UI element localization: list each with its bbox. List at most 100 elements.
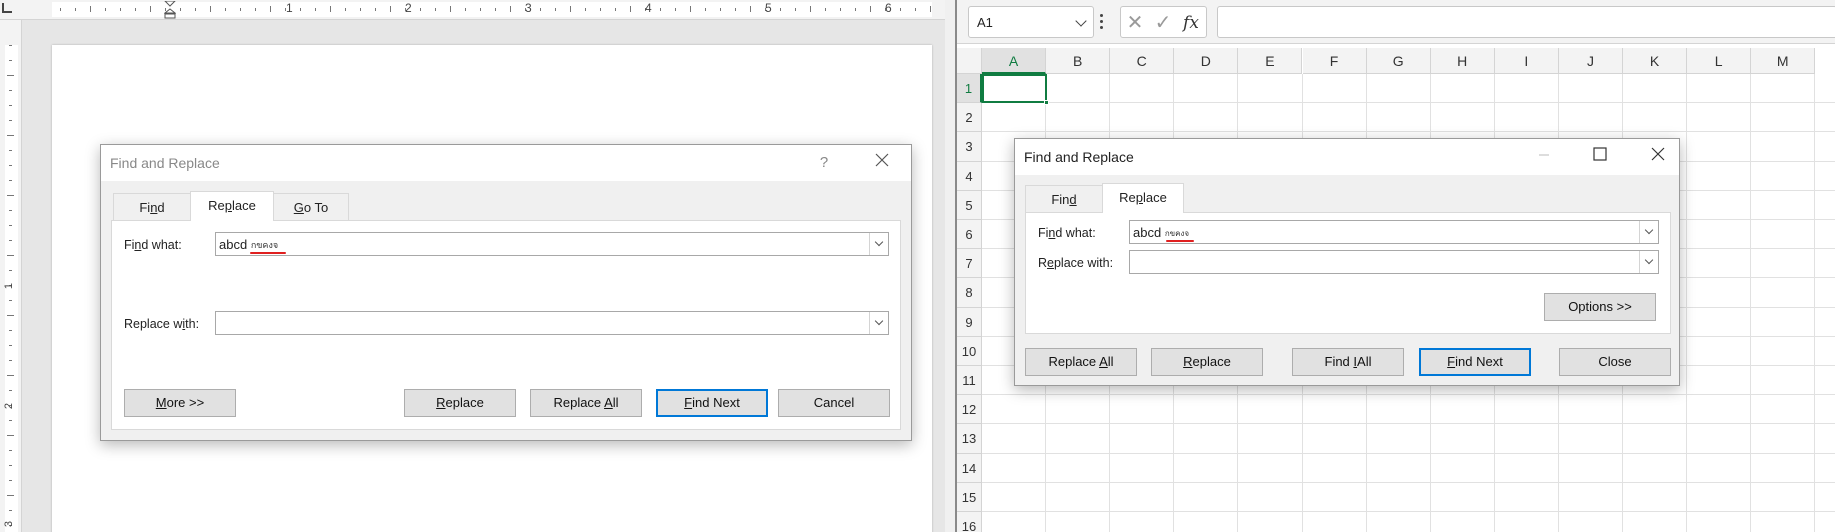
ruler-tick [825,8,826,11]
column-header[interactable]: J [1558,48,1623,74]
minimize-button[interactable] [1521,139,1567,175]
ruler-tick [675,8,676,11]
dialog-title-bar[interactable]: Find and Replace [1015,139,1679,175]
row-header[interactable]: 6 [957,220,982,250]
row-header[interactable]: 11 [957,366,982,396]
column-header[interactable]: I [1494,48,1559,74]
tab-find[interactable]: Find [113,193,191,221]
chevron-down-icon[interactable] [1075,15,1087,27]
close-button[interactable] [859,145,905,181]
replace-button[interactable]: Replace [404,389,516,417]
vertical-scrollbar[interactable] [945,0,955,532]
row-header[interactable]: 8 [957,278,982,308]
tab-stop-selector-icon[interactable] [2,3,12,13]
replace-with-combobox[interactable] [1129,250,1659,274]
ruler-tick [9,345,12,346]
find-what-combobox[interactable]: abcd กขคงจ [215,232,889,256]
dialog-title-bar[interactable]: Find and Replace ? [101,145,911,181]
ruler-tick [315,8,316,11]
enter-check-icon[interactable]: ✓ [1151,11,1175,35]
row-header[interactable]: 5 [957,190,982,220]
ruler-tick [855,8,856,11]
row-header[interactable]: 13 [957,424,982,454]
fill-handle[interactable] [1044,100,1049,105]
find-what-label: Find what: [124,238,182,252]
ruler-tick [870,6,871,12]
ruler-tick [330,6,331,12]
maximize-button[interactable] [1577,139,1623,175]
replace-dropdown-arrow-icon[interactable] [1639,251,1658,273]
ruler-number: 6 [885,1,892,15]
row-header[interactable]: 1 [957,74,982,104]
select-all-corner[interactable] [957,48,982,74]
ruler-tick [9,390,12,391]
cancel-button[interactable]: Cancel [778,389,890,417]
row-header[interactable]: 15 [957,482,982,512]
row-header[interactable]: 12 [957,395,982,425]
tab-replace[interactable]: Replace [1102,183,1184,213]
active-cell-a1[interactable] [982,74,1049,105]
column-header[interactable]: D [1174,48,1239,74]
column-header[interactable]: B [1046,48,1111,74]
insert-function-icon[interactable]: fx [1179,11,1203,35]
find-what-combobox[interactable]: abcd กขคงจ [1129,220,1659,244]
column-header[interactable]: M [1751,48,1816,74]
column-header[interactable]: A [982,48,1047,74]
column-header[interactable]: G [1366,48,1431,74]
find-all-button[interactable]: Find IAll [1292,348,1404,376]
row-header[interactable]: 16 [957,512,982,532]
find-dropdown-arrow-icon[interactable] [1639,221,1658,243]
column-header[interactable]: L [1687,48,1752,74]
replace-button[interactable]: Replace [1151,348,1263,376]
column-header[interactable]: C [1110,48,1175,74]
column-header[interactable]: E [1238,48,1303,74]
ruler-tick [7,495,14,496]
options-button[interactable]: Options >> [1544,293,1656,321]
ruler-tick [9,45,12,46]
find-dropdown-arrow-icon[interactable] [869,233,888,255]
formula-input[interactable] [1217,6,1835,38]
tab-label: o To [303,200,329,215]
cancel-icon[interactable]: ✕ [1123,11,1147,35]
find-next-button[interactable]: Find Next [1419,348,1531,376]
tab-find[interactable]: Find [1025,185,1103,213]
row-header[interactable]: 3 [957,132,982,162]
ruler-tick [9,330,12,331]
row-header[interactable]: 2 [957,103,982,133]
column-header[interactable]: H [1430,48,1495,74]
horizontal-ruler: 1 2 3 4 5 6 [0,0,955,20]
formula-bar: A1 ✕ ✓ fx [957,0,1835,44]
close-icon [875,153,889,167]
ruler-tick [165,8,166,11]
more-options-icon[interactable] [1100,14,1104,30]
more-button[interactable]: More >> [124,389,236,417]
name-box[interactable]: A1 [968,6,1094,38]
row-header[interactable]: 7 [957,249,982,279]
ruler-tick [255,8,256,11]
find-next-button[interactable]: Find Next [656,389,768,417]
row-header[interactable]: 14 [957,453,982,483]
dialog-title: Find and Replace [1024,149,1134,165]
close-dialog-button[interactable]: Close [1559,348,1671,376]
replace-dropdown-arrow-icon[interactable] [869,312,888,334]
column-header[interactable]: K [1623,48,1688,74]
ruler-tick [7,255,14,256]
tab-replace[interactable]: Replace [190,191,274,221]
formula-buttons: ✕ ✓ fx [1120,6,1207,38]
help-button[interactable]: ? [801,145,847,181]
tab-go-to[interactable]: Go To [273,193,349,221]
replace-all-button[interactable]: Replace All [1025,348,1137,376]
ruler-tick [930,6,931,12]
column-header[interactable]: F [1302,48,1367,74]
replace-with-combobox[interactable] [215,311,889,335]
ruler-tick [60,8,61,11]
ruler-tick [435,8,436,11]
ruler-tick [195,8,196,11]
replace-all-button[interactable]: Replace All [530,389,642,417]
row-header[interactable]: 9 [957,307,982,337]
ruler-tick [570,6,571,12]
ruler-tick [465,8,466,11]
row-header[interactable]: 4 [957,161,982,191]
row-header[interactable]: 10 [957,336,982,366]
close-button[interactable] [1635,139,1681,175]
